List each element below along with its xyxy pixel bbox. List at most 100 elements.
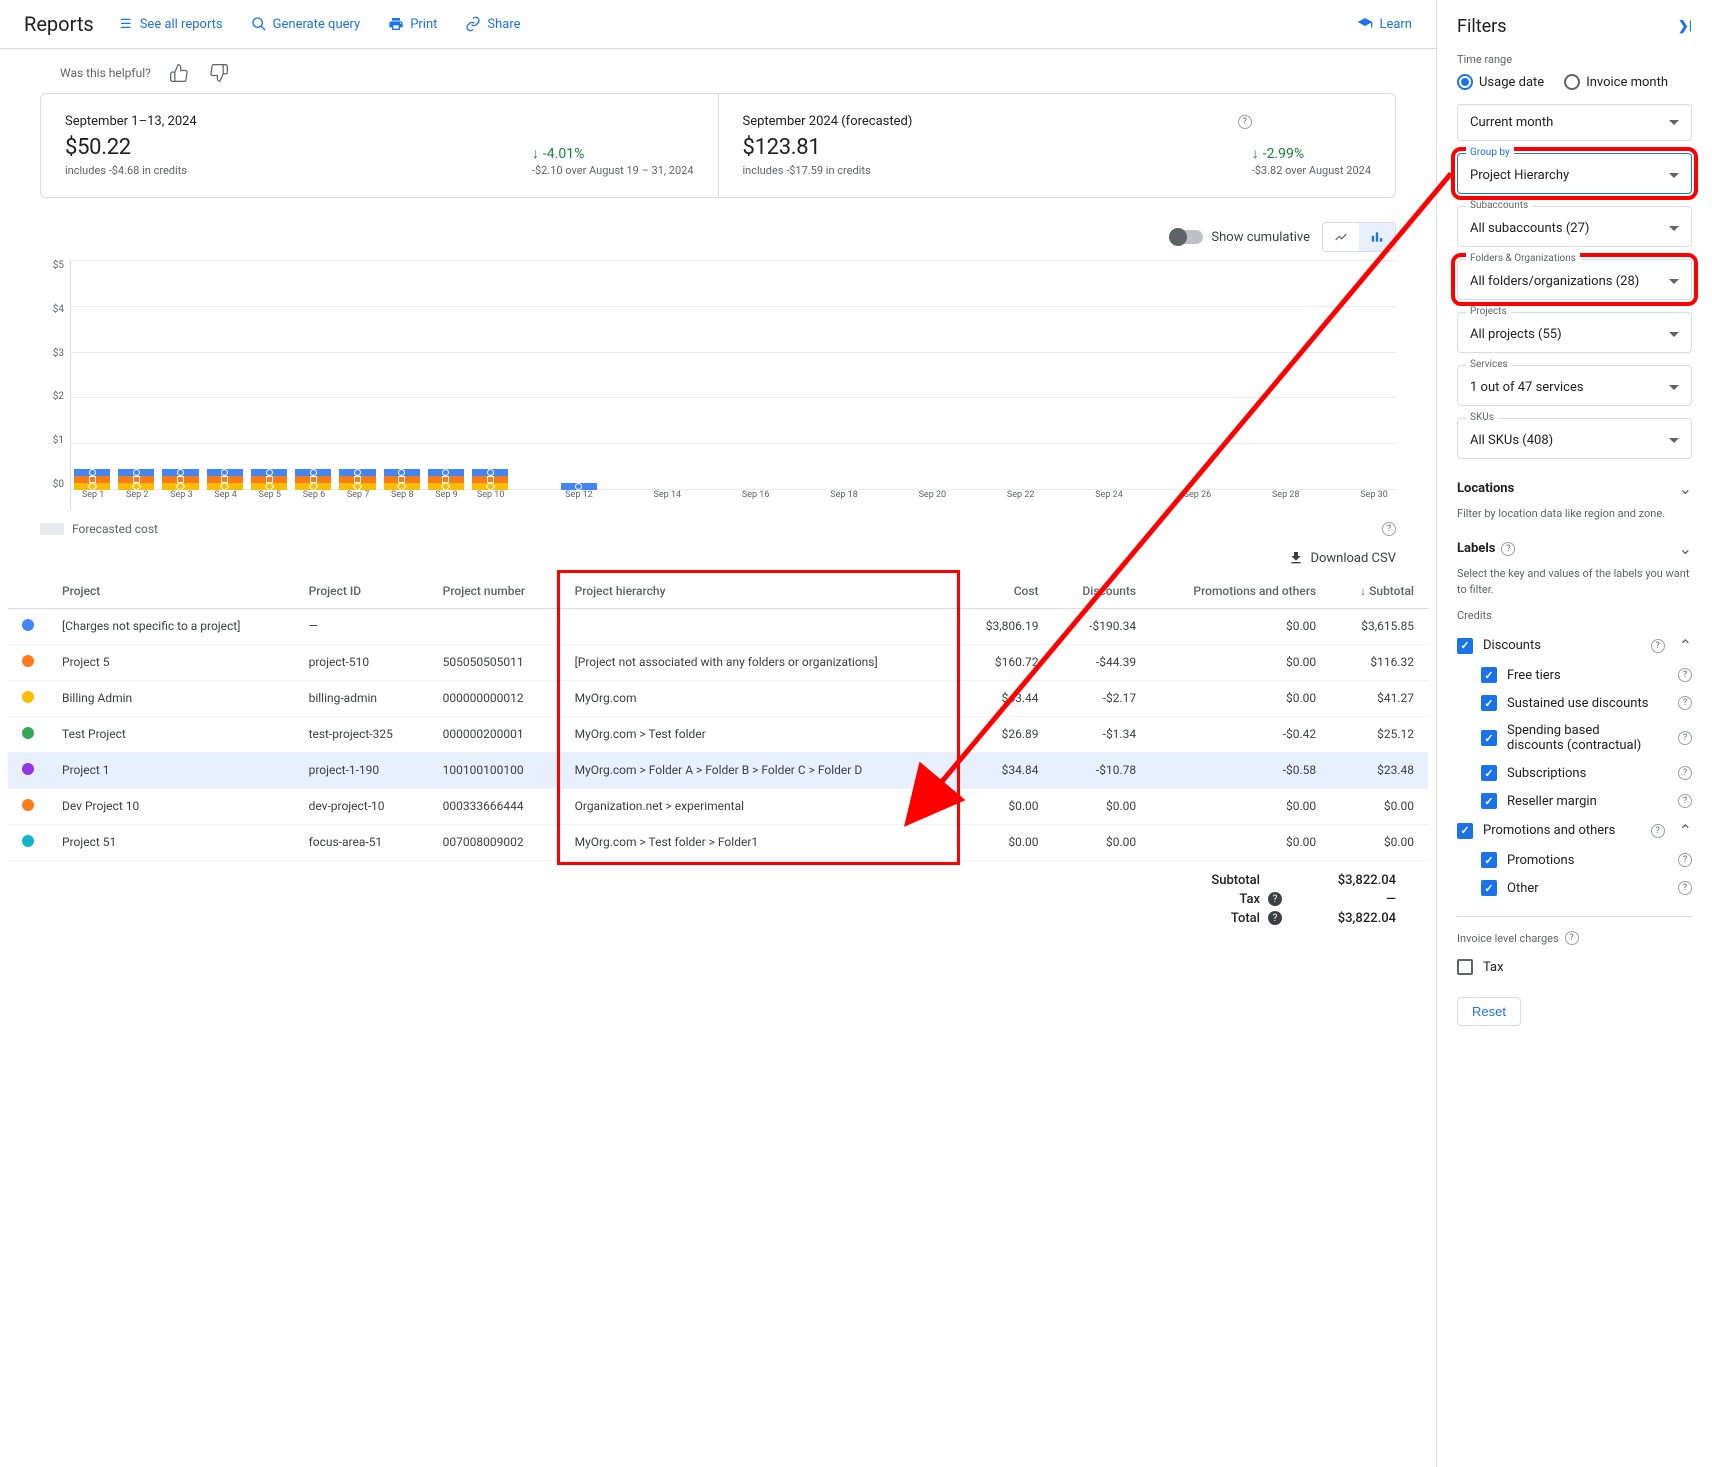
- chevron-down-icon: [1669, 385, 1679, 390]
- table-header-cell[interactable]: Project hierarchy: [561, 574, 956, 609]
- services-select[interactable]: Services 1 out of 47 services: [1457, 365, 1692, 406]
- subaccounts-select[interactable]: Subaccounts All subaccounts (27): [1457, 206, 1692, 247]
- checkbox-checked-icon: [1481, 765, 1497, 781]
- help-icon[interactable]: ?: [1238, 115, 1252, 129]
- cumulative-toggle[interactable]: [1171, 230, 1203, 244]
- subtotal-cell: $23.48: [1330, 753, 1428, 789]
- help-icon[interactable]: ?: [1651, 639, 1665, 653]
- table-row[interactable]: Project 1project-1-190100100100100MyOrg.…: [8, 753, 1428, 789]
- help-icon[interactable]: ?: [1678, 853, 1692, 867]
- other-checkbox[interactable]: Other ?: [1457, 874, 1692, 902]
- thumbs-up-button[interactable]: [167, 61, 191, 85]
- invoice-month-radio[interactable]: Invoice month: [1564, 74, 1668, 90]
- project-cell: Billing Admin: [48, 681, 295, 717]
- subscriptions-checkbox[interactable]: Subscriptions ?: [1457, 759, 1692, 787]
- project-id-cell: billing-admin: [295, 681, 429, 717]
- help-icon[interactable]: ?: [1678, 696, 1692, 710]
- help-icon[interactable]: ?: [1268, 911, 1282, 925]
- projects-select[interactable]: Projects All projects (55): [1457, 312, 1692, 353]
- reset-button[interactable]: Reset: [1457, 997, 1521, 1026]
- project-number-cell: 007008009002: [429, 825, 561, 861]
- table-row[interactable]: Project 5project-510505050505011[Project…: [8, 645, 1428, 681]
- folders-orgs-select[interactable]: Folders & Organizations All folders/orga…: [1457, 259, 1692, 300]
- labels-section[interactable]: Labels ? ⌄: [1457, 531, 1692, 566]
- group-by-select[interactable]: Group by Project Hierarchy: [1457, 153, 1692, 194]
- chart-bars[interactable]: [71, 260, 1396, 490]
- chevron-down-icon: [1669, 120, 1679, 125]
- cost-cell: $34.84: [956, 753, 1052, 789]
- help-icon[interactable]: ?: [1678, 881, 1692, 895]
- project-cell: Dev Project 10: [48, 789, 295, 825]
- sustained-use-checkbox[interactable]: Sustained use discounts ?: [1457, 689, 1692, 717]
- project-id-cell: project-510: [295, 645, 429, 681]
- checkbox-checked-icon: [1481, 667, 1497, 683]
- promo-cell: $0.00: [1150, 645, 1330, 681]
- time-range-select[interactable]: Current month: [1457, 104, 1692, 141]
- invoice-charges-label: Invoice level charges: [1457, 932, 1559, 945]
- table-header-cell[interactable]: Promotions and others: [1150, 574, 1330, 609]
- promotions-others-checkbox[interactable]: Promotions and others ? ⌃: [1457, 815, 1692, 846]
- checkbox-checked-icon: [1481, 852, 1497, 868]
- table-row[interactable]: Project 51focus-area-51007008009002MyOrg…: [8, 825, 1428, 861]
- help-icon[interactable]: ?: [1678, 668, 1692, 682]
- help-icon[interactable]: ?: [1651, 824, 1665, 838]
- checkbox-checked-icon: [1457, 638, 1473, 654]
- table-row[interactable]: [Charges not specific to a project]—$3,8…: [8, 609, 1428, 645]
- hierarchy-cell: [561, 609, 956, 645]
- help-icon[interactable]: ?: [1268, 892, 1282, 906]
- project-id-cell: project-1-190: [295, 753, 429, 789]
- skus-select[interactable]: SKUs All SKUs (408): [1457, 418, 1692, 459]
- table-header-cell[interactable]: [8, 574, 48, 609]
- project-number-cell: 505050505011: [429, 645, 561, 681]
- help-icon[interactable]: ?: [1565, 931, 1579, 945]
- collapse-panel-icon[interactable]: ❯|: [1678, 19, 1692, 34]
- download-csv-button[interactable]: Download CSV: [1288, 550, 1396, 566]
- thumbs-down-button[interactable]: [207, 61, 231, 85]
- period-card: September 1–13, 2024 $50.22 includes -$4…: [41, 94, 718, 197]
- filters-title: Filters: [1457, 16, 1507, 37]
- radio-unchecked-icon: [1564, 74, 1580, 90]
- promo-cell: $0.00: [1150, 609, 1330, 645]
- table-header-cell[interactable]: Project ID: [295, 574, 429, 609]
- line-chart-button[interactable]: [1323, 223, 1359, 251]
- labels-help: Select the key and values of the labels …: [1457, 566, 1692, 597]
- promo-cell: -$0.58: [1150, 753, 1330, 789]
- help-icon[interactable]: ?: [1382, 522, 1396, 536]
- help-icon[interactable]: ?: [1501, 542, 1515, 556]
- help-icon[interactable]: ?: [1678, 794, 1692, 808]
- discounts-cell: -$1.34: [1053, 717, 1151, 753]
- hierarchy-cell: MyOrg.com > Test folder > Folder1: [561, 825, 956, 861]
- tax-checkbox[interactable]: Tax: [1457, 953, 1692, 981]
- reseller-margin-checkbox[interactable]: Reseller margin ?: [1457, 787, 1692, 815]
- usage-date-radio[interactable]: Usage date: [1457, 74, 1544, 90]
- card-pct: ↓ -4.01%: [532, 145, 694, 162]
- help-icon[interactable]: ?: [1678, 731, 1692, 745]
- print-link[interactable]: Print: [388, 16, 437, 32]
- table-header-cell[interactable]: Project number: [429, 574, 561, 609]
- locations-help: Filter by location data like region and …: [1457, 506, 1692, 521]
- legend-swatch: [40, 523, 64, 535]
- project-id-cell: dev-project-10: [295, 789, 429, 825]
- discounts-checkbox[interactable]: Discounts ? ⌃: [1457, 630, 1692, 661]
- table-header-cell[interactable]: ↓ Subtotal: [1330, 574, 1428, 609]
- subtotal-cell: $116.32: [1330, 645, 1428, 681]
- table-row[interactable]: Test Projecttest-project-325000000200001…: [8, 717, 1428, 753]
- chevron-down-icon: [1669, 279, 1679, 284]
- table-header-cell[interactable]: Cost: [956, 574, 1052, 609]
- table-header-cell[interactable]: Discounts: [1053, 574, 1151, 609]
- promotions-checkbox[interactable]: Promotions ?: [1457, 846, 1692, 874]
- spending-based-checkbox[interactable]: Spending based discounts (contractual) ?: [1457, 717, 1692, 759]
- graduation-cap-icon: [1357, 16, 1373, 32]
- table-row[interactable]: Dev Project 10dev-project-10000333666444…: [8, 789, 1428, 825]
- bar-chart-button[interactable]: [1359, 223, 1395, 251]
- table-row[interactable]: Billing Adminbilling-admin000000000012My…: [8, 681, 1428, 717]
- see-all-reports-link[interactable]: ☰ See all reports: [118, 16, 223, 32]
- generate-query-link[interactable]: Generate query: [251, 16, 361, 32]
- locations-section[interactable]: Locations ⌄: [1457, 471, 1692, 506]
- table-header-cell[interactable]: Project: [48, 574, 295, 609]
- share-link[interactable]: Share: [465, 16, 520, 32]
- card-sub: includes -$4.68 in credits: [65, 164, 532, 177]
- help-icon[interactable]: ?: [1678, 766, 1692, 780]
- free-tiers-checkbox[interactable]: Free tiers ?: [1457, 661, 1692, 689]
- learn-link[interactable]: Learn: [1357, 16, 1412, 32]
